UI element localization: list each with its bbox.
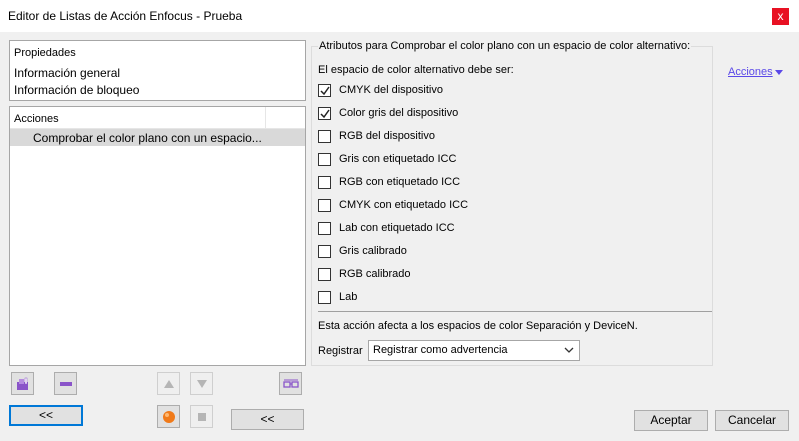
add-action-button[interactable] xyxy=(11,372,34,395)
accept-button[interactable]: Aceptar xyxy=(634,410,708,431)
checkbox-label: RGB calibrado xyxy=(339,268,411,280)
checkbox-label: Gris calibrado xyxy=(339,245,407,257)
checkbox-label: Color gris del dispositivo xyxy=(339,107,459,119)
collapse-right-button[interactable]: << xyxy=(231,409,304,430)
orange-circle-icon xyxy=(163,411,175,423)
checkmark-icon xyxy=(320,86,330,96)
divider xyxy=(318,311,712,312)
close-icon: x xyxy=(777,9,784,23)
register-select[interactable]: Registrar como advertencia xyxy=(368,340,580,361)
cancel-button[interactable]: Cancelar xyxy=(715,410,789,431)
glasses-icon xyxy=(283,379,299,388)
checkbox-unchecked[interactable] xyxy=(318,153,331,166)
properties-item-lock[interactable]: Información de bloqueo xyxy=(14,83,139,97)
list-item[interactable]: Comprobar el color plano con un espacio.… xyxy=(10,129,305,146)
register-select-value: Registrar como advertencia xyxy=(373,344,508,356)
add-action-icon xyxy=(17,377,28,390)
scope-note: Esta acción afecta a los espacios de col… xyxy=(318,320,638,332)
checkbox-label: Lab xyxy=(339,291,358,303)
stop-square-icon xyxy=(198,413,206,421)
stop-button[interactable] xyxy=(190,405,213,428)
chevron-down-icon xyxy=(564,347,574,353)
checkbox-label: CMYK del dispositivo xyxy=(339,84,443,96)
checkbox-label: CMYK con etiquetado ICC xyxy=(339,199,469,211)
checkbox-checked[interactable] xyxy=(318,84,331,97)
checkbox-unchecked[interactable] xyxy=(318,130,331,143)
checkbox-unchecked[interactable] xyxy=(318,291,331,304)
checkbox-label: RGB del dispositivo xyxy=(339,130,435,142)
checkbox-label: Gris con etiquetado ICC xyxy=(339,153,457,165)
color-space-subheader: El espacio de color alternativo debe ser… xyxy=(318,64,514,76)
move-down-button[interactable] xyxy=(190,372,213,395)
checkbox-unchecked[interactable] xyxy=(318,245,331,258)
arrow-down-icon xyxy=(197,380,207,388)
checkbox-unchecked[interactable] xyxy=(318,199,331,212)
actions-menu-link[interactable]: Acciones xyxy=(728,66,783,78)
remove-action-icon xyxy=(60,382,72,386)
checkbox-unchecked[interactable] xyxy=(318,222,331,235)
title-bar: Editor de Listas de Acción Enfocus - Pru… xyxy=(0,0,799,32)
checkbox-unchecked[interactable] xyxy=(318,268,331,281)
move-up-button[interactable] xyxy=(157,372,180,395)
column-separator xyxy=(265,107,266,128)
close-button[interactable]: x xyxy=(772,8,789,25)
list-item-label: Comprobar el color plano con un espacio.… xyxy=(33,131,262,145)
properties-item-general[interactable]: Información general xyxy=(14,66,120,80)
checkbox-checked[interactable] xyxy=(318,107,331,120)
collapse-button[interactable]: << xyxy=(9,405,83,426)
window-title: Editor de Listas de Acción Enfocus - Pru… xyxy=(8,9,243,23)
properties-panel: Propiedades Información general Informac… xyxy=(9,40,306,101)
run-button[interactable] xyxy=(157,405,180,428)
properties-header: Propiedades xyxy=(14,47,76,59)
checkmark-icon xyxy=(320,109,330,119)
register-label: Registrar xyxy=(318,345,363,357)
checkbox-label: RGB con etiquetado ICC xyxy=(339,176,461,188)
checkbox-label: Lab con etiquetado ICC xyxy=(339,222,455,234)
dropdown-triangle-icon xyxy=(774,69,783,75)
preview-button[interactable] xyxy=(279,372,302,395)
actions-list: Acciones Comprobar el color plano con un… xyxy=(9,106,306,366)
remove-action-button[interactable] xyxy=(54,372,77,395)
arrow-up-icon xyxy=(164,380,174,388)
actions-link-label: Acciones xyxy=(728,66,773,78)
checkbox-unchecked[interactable] xyxy=(318,176,331,189)
actions-list-header: Acciones xyxy=(14,113,59,125)
attributes-group-title: Atributos para Comprobar el color plano … xyxy=(318,40,692,52)
